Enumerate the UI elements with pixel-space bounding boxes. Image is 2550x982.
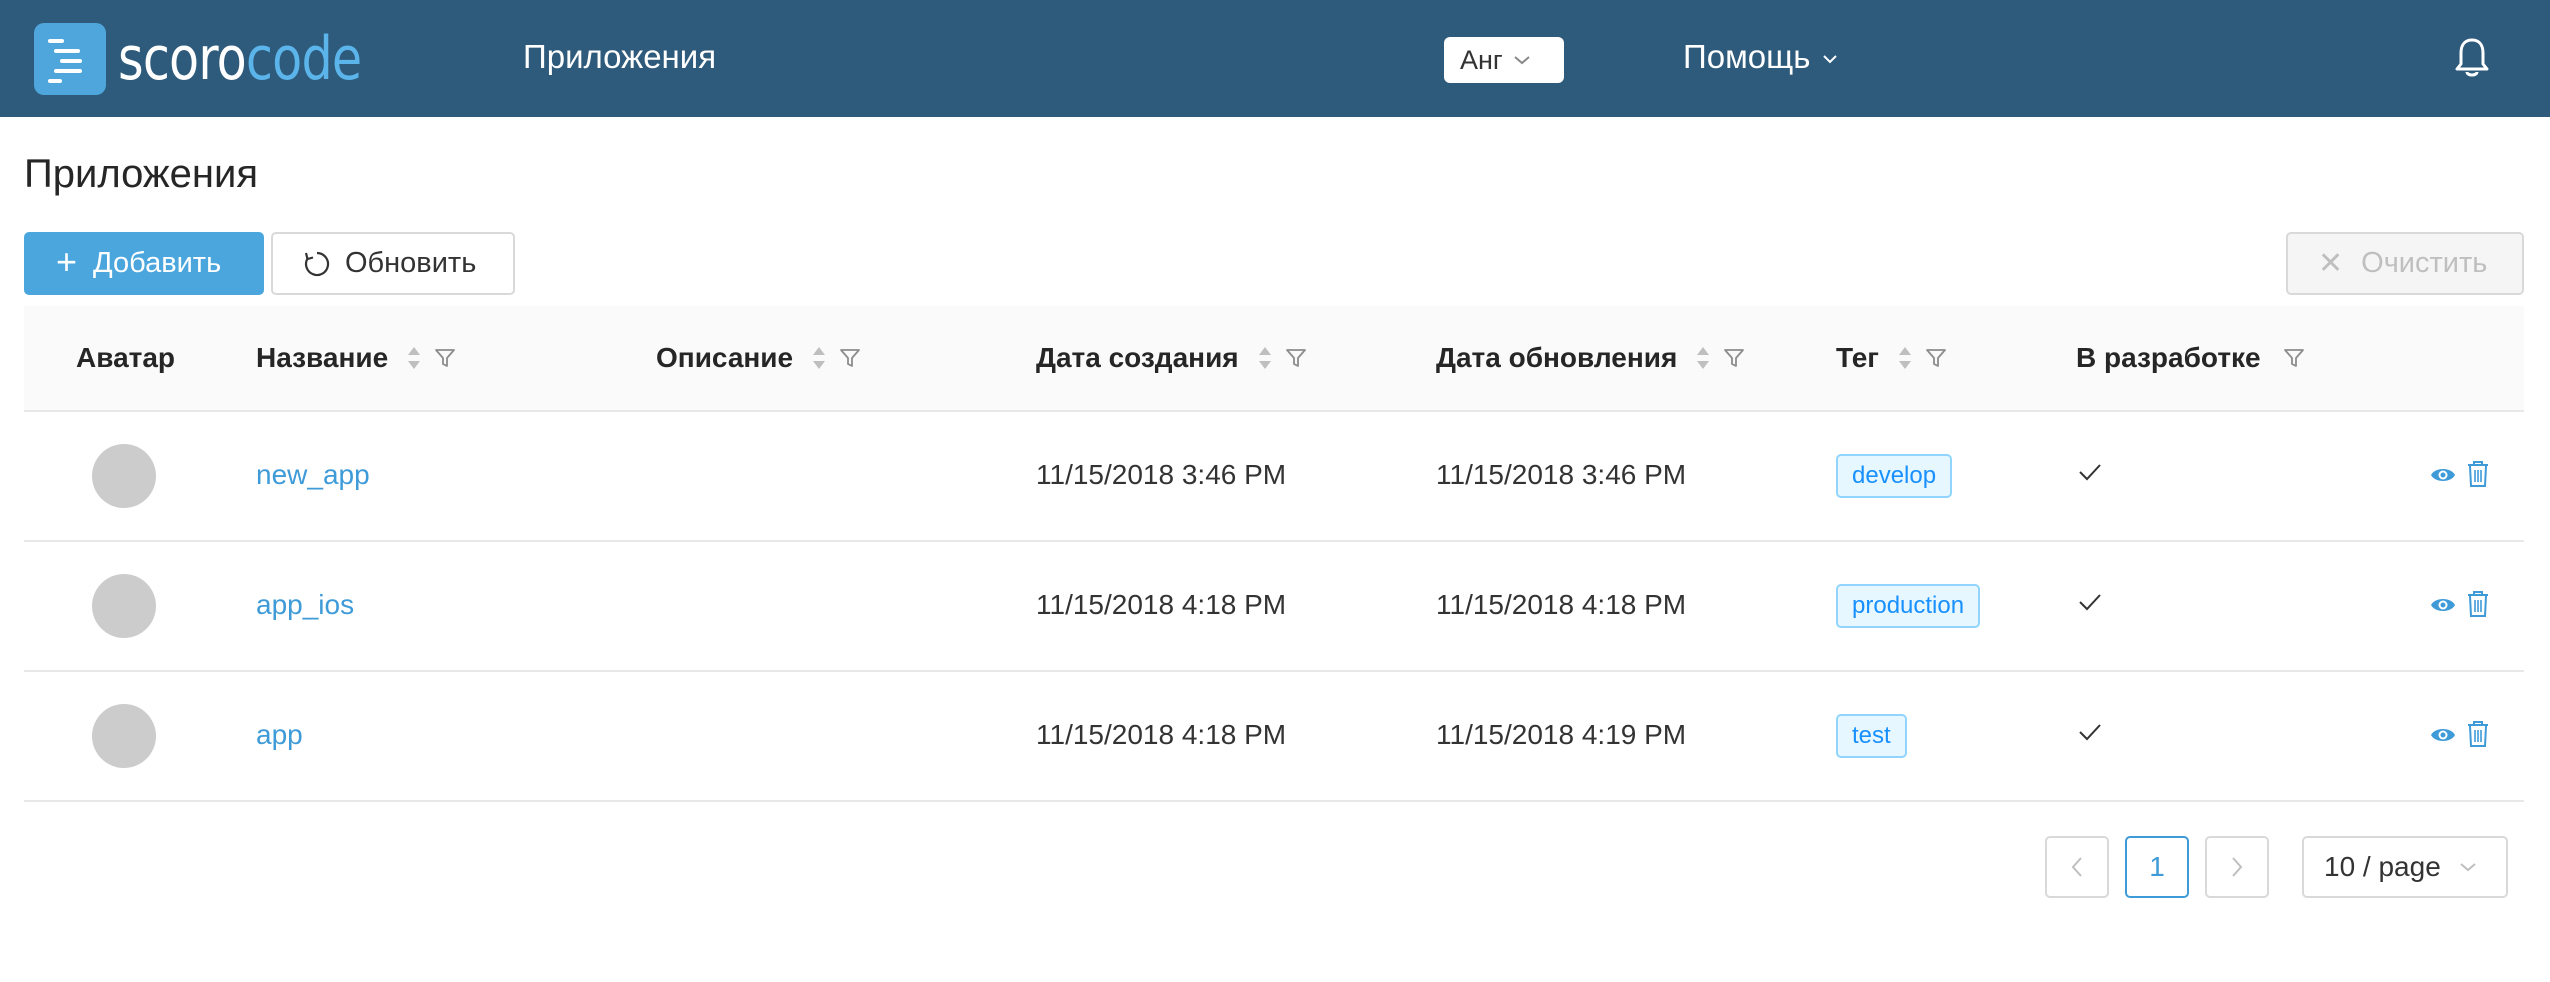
column-tag[interactable]: Тег	[1836, 342, 1947, 374]
avatar	[92, 444, 156, 508]
updated-date: 11/15/2018 3:46 PM	[1436, 459, 1687, 490]
updated-date: 11/15/2018 4:18 PM	[1436, 589, 1687, 620]
chevron-down-icon	[1823, 55, 1838, 64]
check-icon	[2079, 594, 2101, 611]
eye-icon[interactable]	[2430, 465, 2456, 485]
add-button-label: Добавить	[93, 247, 222, 279]
trash-icon[interactable]	[2466, 720, 2490, 748]
sort-icon[interactable]	[1897, 345, 1913, 371]
help-menu[interactable]: Помощь	[1683, 38, 1838, 76]
column-avatar-label: Аватар	[76, 342, 176, 373]
sort-icon[interactable]	[1695, 345, 1711, 371]
created-date: 11/15/2018 4:18 PM	[1036, 719, 1287, 750]
created-date: 11/15/2018 4:18 PM	[1036, 589, 1287, 620]
logo-mark-icon	[34, 23, 106, 95]
chevron-down-icon	[1514, 56, 1530, 65]
updated-date: 11/15/2018 4:19 PM	[1436, 719, 1687, 750]
filter-icon[interactable]	[434, 347, 456, 369]
logo[interactable]: scorocode	[34, 23, 415, 95]
chevron-down-icon	[2460, 863, 2476, 872]
column-description-label: Описание	[656, 342, 794, 373]
page-title: Приложения	[24, 152, 259, 196]
page-button-current[interactable]: 1	[2125, 836, 2189, 898]
page-size-select[interactable]: 10 / page	[2302, 836, 2508, 898]
logo-text: scorocode	[118, 24, 362, 94]
column-created-label: Дата создания	[1036, 342, 1239, 373]
filter-icon[interactable]	[1285, 347, 1307, 369]
bell-icon[interactable]	[2452, 36, 2492, 80]
clear-button-label: Очистить	[2361, 247, 2488, 279]
refresh-button[interactable]: Обновить	[271, 232, 515, 295]
trash-icon[interactable]	[2466, 460, 2490, 488]
app-name-link[interactable]: app_ios	[256, 589, 354, 621]
sort-icon[interactable]	[1257, 345, 1273, 371]
column-created[interactable]: Дата создания	[1036, 342, 1307, 374]
language-select[interactable]: Анг	[1444, 37, 1564, 83]
column-updated-label: Дата обновления	[1436, 342, 1678, 373]
tag-badge: develop	[1836, 454, 1953, 498]
column-name-label: Название	[256, 342, 389, 373]
clear-button[interactable]: ✕ Очистить	[2286, 232, 2524, 295]
column-in-dev-label: В разработке	[2076, 342, 2261, 373]
column-description[interactable]: Описание	[656, 342, 861, 374]
eye-icon[interactable]	[2430, 725, 2456, 745]
add-button[interactable]: + Добавить	[24, 232, 264, 295]
eye-icon[interactable]	[2430, 595, 2456, 615]
avatar	[92, 574, 156, 638]
reload-icon	[304, 251, 330, 276]
app-name-link[interactable]: new_app	[256, 459, 370, 491]
filter-icon[interactable]	[1925, 347, 1947, 369]
app-name-link[interactable]: app	[256, 719, 303, 751]
column-in-dev[interactable]: В разработке	[2076, 342, 2305, 374]
nav-item-apps[interactable]: Приложения	[523, 38, 716, 76]
chevron-left-icon	[2071, 857, 2082, 877]
created-date: 11/15/2018 3:46 PM	[1036, 459, 1287, 490]
sort-icon[interactable]	[406, 345, 422, 371]
sort-icon[interactable]	[811, 345, 827, 371]
table-row: app_ios 11/15/2018 4:18 PM 11/15/2018 4:…	[24, 542, 2524, 672]
column-name[interactable]: Название	[256, 342, 456, 374]
column-updated[interactable]: Дата обновления	[1436, 342, 1745, 374]
table-row: app 11/15/2018 4:18 PM 11/15/2018 4:19 P…	[24, 672, 2524, 802]
help-label: Помощь	[1683, 38, 1811, 75]
next-page-button[interactable]	[2205, 836, 2269, 898]
filter-icon[interactable]	[2283, 347, 2305, 369]
column-tag-label: Тег	[1836, 342, 1879, 373]
prev-page-button[interactable]	[2045, 836, 2109, 898]
tag-badge: production	[1836, 584, 1981, 628]
check-icon	[2079, 464, 2101, 481]
chevron-right-icon	[2232, 857, 2243, 877]
top-navbar: scorocode Приложения Анг Помощь	[0, 0, 2550, 117]
filter-icon[interactable]	[1723, 347, 1745, 369]
page-size-value: 10 / page	[2324, 851, 2441, 882]
refresh-button-label: Обновить	[345, 247, 477, 279]
table-row: new_app 11/15/2018 3:46 PM 11/15/2018 3:…	[24, 412, 2524, 542]
language-value: Анг	[1460, 44, 1503, 75]
close-icon: ✕	[2318, 247, 2344, 280]
trash-icon[interactable]	[2466, 590, 2490, 618]
avatar	[92, 704, 156, 768]
tag-badge: test	[1836, 714, 1907, 758]
plus-icon: +	[56, 240, 78, 282]
table-header: Аватар Название Описание Дата создания Д…	[24, 306, 2524, 412]
check-icon	[2079, 724, 2101, 741]
filter-icon[interactable]	[839, 347, 861, 369]
column-avatar: Аватар	[76, 342, 175, 374]
